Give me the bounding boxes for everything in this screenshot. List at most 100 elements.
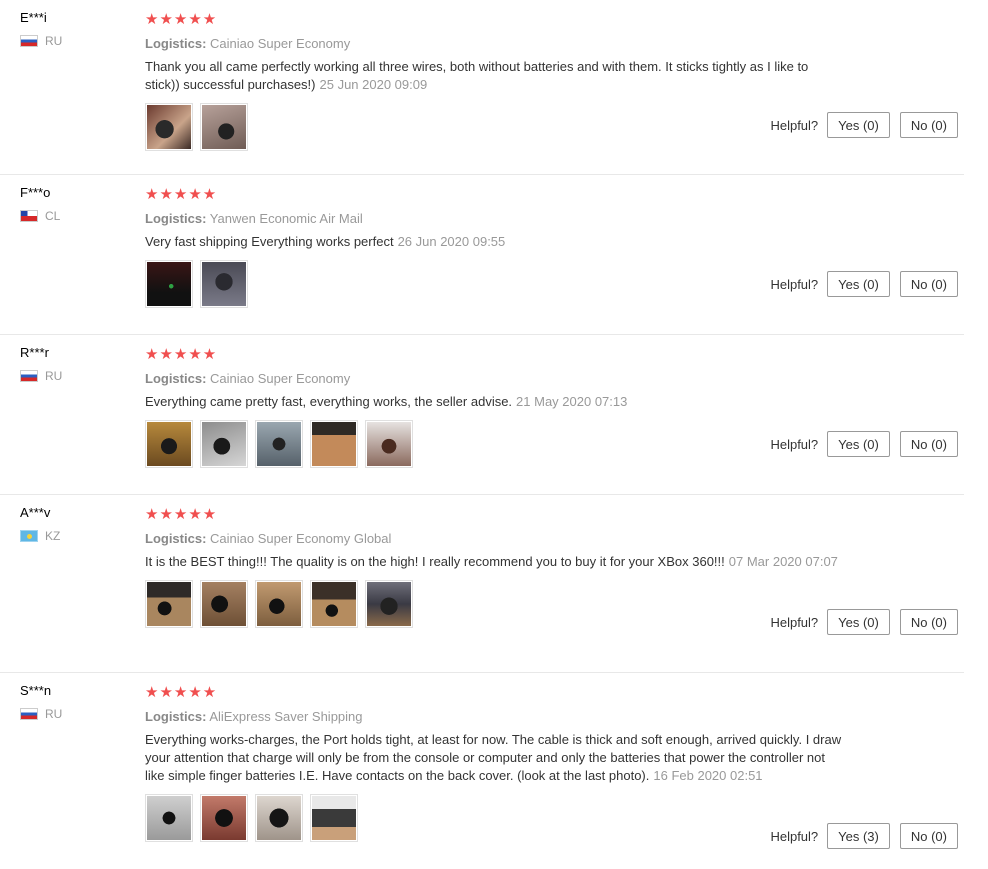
photo-image: [312, 422, 356, 466]
photo-image: [367, 422, 411, 466]
helpful-no-button[interactable]: No (0): [899, 823, 958, 849]
helpful-no-button[interactable]: No (0): [899, 431, 958, 457]
helpful-yes-button[interactable]: Yes (0): [827, 609, 890, 635]
logistics-method: Cainiao Super Economy: [210, 36, 351, 51]
helpful-label: Helpful?: [770, 276, 819, 292]
helpful-label: Helpful?: [770, 436, 819, 452]
review-item: F***o CL ★★★★★ Logistics: Yanwen Economi…: [0, 175, 964, 335]
logistics-method: Cainiao Super Economy: [210, 371, 351, 386]
russia-flag-icon: [20, 708, 38, 720]
review-photos: [145, 420, 845, 468]
helpful-no-button[interactable]: No (0): [899, 271, 958, 297]
review-text-block: Thank you all came perfectly working all…: [145, 58, 845, 94]
russia-flag-icon: [20, 370, 38, 382]
photo-image: [202, 582, 246, 626]
reviewer-country: RU: [20, 707, 62, 721]
reviewer-name: E***i: [20, 10, 47, 25]
reviewer-info: R***r RU: [20, 345, 62, 383]
review-photos: [145, 580, 845, 628]
review-text: It is the BEST thing!!! The quality is o…: [145, 554, 725, 569]
review-photo-thumb[interactable]: [200, 103, 248, 151]
star-rating: ★★★★★: [145, 506, 218, 523]
country-code: RU: [45, 707, 63, 721]
logistics-label: Logistics:: [145, 531, 207, 546]
logistics-info: Logistics: Cainiao Super Economy Global: [145, 531, 845, 546]
photo-image: [147, 422, 191, 466]
helpful-votes: Helpful? Yes (0) No (0): [770, 431, 958, 457]
review-body: ★★★★★ Logistics: Cainiao Super Economy G…: [145, 507, 845, 628]
review-body: ★★★★★ Logistics: Cainiao Super Economy T…: [145, 12, 845, 151]
photo-image: [257, 796, 301, 840]
helpful-votes: Helpful? Yes (0) No (0): [770, 609, 958, 635]
logistics-label: Logistics:: [145, 371, 207, 386]
photo-image: [202, 262, 246, 306]
review-text-block: It is the BEST thing!!! The quality is o…: [145, 553, 845, 571]
logistics-label: Logistics:: [145, 36, 207, 51]
helpful-label: Helpful?: [770, 117, 819, 133]
review-photo-thumb[interactable]: [145, 260, 193, 308]
review-item: E***i RU ★★★★★ Logistics: Cainiao Super …: [0, 0, 964, 175]
reviewer-info: E***i RU: [20, 10, 62, 48]
review-date: 07 Mar 2020 07:07: [728, 554, 838, 569]
photo-image: [147, 262, 191, 306]
country-code: RU: [45, 34, 63, 48]
review-text-block: Everything came pretty fast, everything …: [145, 393, 845, 411]
review-text: Thank you all came perfectly working all…: [145, 59, 809, 92]
helpful-yes-button[interactable]: Yes (0): [827, 112, 890, 138]
review-photo-thumb[interactable]: [200, 420, 248, 468]
review-body: ★★★★★ Logistics: AliExpress Saver Shippi…: [145, 685, 845, 842]
review-photo-thumb[interactable]: [255, 420, 303, 468]
logistics-label: Logistics:: [145, 709, 207, 724]
review-date: 26 Jun 2020 09:55: [397, 234, 506, 249]
helpful-votes: Helpful? Yes (0) No (0): [770, 112, 958, 138]
helpful-yes-button[interactable]: Yes (0): [827, 431, 890, 457]
review-photo-thumb[interactable]: [255, 794, 303, 842]
review-photo-thumb[interactable]: [145, 580, 193, 628]
reviewer-info: S***n RU: [20, 683, 62, 721]
review-photo-thumb[interactable]: [310, 794, 358, 842]
country-code: RU: [45, 369, 63, 383]
helpful-yes-button[interactable]: Yes (0): [827, 271, 890, 297]
reviewer-info: A***v KZ: [20, 505, 60, 543]
review-photos: [145, 103, 845, 151]
review-photo-thumb[interactable]: [365, 420, 413, 468]
review-date: 21 May 2020 07:13: [516, 394, 628, 409]
reviewer-name: F***o: [20, 185, 51, 200]
review-photo-thumb[interactable]: [145, 420, 193, 468]
photo-image: [147, 105, 191, 149]
review-photo-thumb[interactable]: [310, 580, 358, 628]
logistics-info: Logistics: Cainiao Super Economy: [145, 371, 845, 386]
helpful-votes: Helpful? Yes (3) No (0): [770, 823, 958, 849]
review-photo-thumb[interactable]: [310, 420, 358, 468]
review-body: ★★★★★ Logistics: Cainiao Super Economy E…: [145, 347, 845, 468]
helpful-label: Helpful?: [770, 614, 819, 630]
review-text-block: Everything works-charges, the Port holds…: [145, 731, 845, 785]
photo-image: [367, 582, 411, 626]
photo-image: [202, 105, 246, 149]
helpful-yes-button[interactable]: Yes (3): [827, 823, 890, 849]
reviewer-name: A***v: [20, 505, 51, 520]
review-text-block: Very fast shipping Everything works perf…: [145, 233, 845, 251]
chile-flag-icon: [20, 210, 38, 222]
kazakhstan-flag-icon: [20, 530, 38, 542]
country-code: CL: [45, 209, 61, 223]
helpful-no-button[interactable]: No (0): [899, 609, 958, 635]
review-photo-thumb[interactable]: [200, 580, 248, 628]
review-photo-thumb[interactable]: [200, 794, 248, 842]
review-photo-thumb[interactable]: [255, 580, 303, 628]
review-photo-thumb[interactable]: [365, 580, 413, 628]
review-photo-thumb[interactable]: [200, 260, 248, 308]
review-text: Very fast shipping Everything works perf…: [145, 234, 394, 249]
photo-image: [257, 582, 301, 626]
helpful-no-button[interactable]: No (0): [899, 112, 958, 138]
logistics-method: Yanwen Economic Air Mail: [209, 211, 363, 226]
helpful-label: Helpful?: [770, 828, 819, 844]
review-photos: [145, 260, 845, 308]
review-photo-thumb[interactable]: [145, 103, 193, 151]
logistics-method: AliExpress Saver Shipping: [209, 709, 363, 724]
reviewer-country: KZ: [20, 529, 60, 543]
logistics-method: Cainiao Super Economy Global: [210, 531, 392, 546]
review-photo-thumb[interactable]: [145, 794, 193, 842]
logistics-info: Logistics: AliExpress Saver Shipping: [145, 709, 845, 724]
photo-image: [147, 582, 191, 626]
